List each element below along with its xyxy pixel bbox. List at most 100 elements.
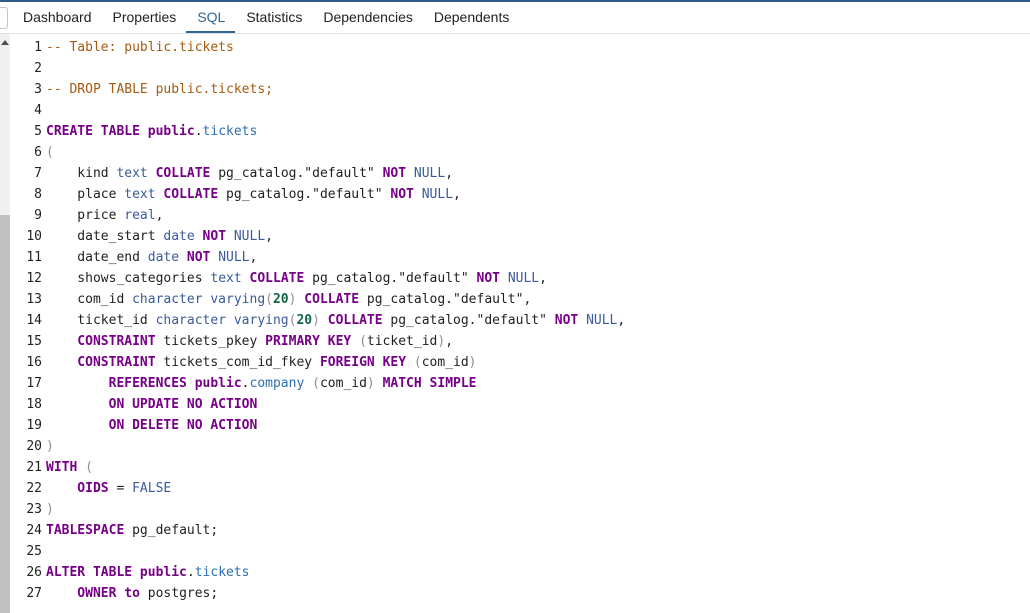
code-text: REFERENCES public.company (com_id) MATCH… <box>42 373 477 394</box>
tab-dependents[interactable]: Dependents <box>423 2 520 33</box>
code-line: 24 TABLESPACE pg_default; <box>12 520 1022 541</box>
code-text: com_id character varying(20) COLLATE pg_… <box>42 289 531 310</box>
code-line: 16 CONSTRAINT tickets_com_id_fkey FOREIG… <box>12 352 1022 373</box>
sql-text: postgres; <box>139 586 219 601</box>
sql-type: date <box>163 229 195 244</box>
tab-properties[interactable]: Properties <box>102 2 187 33</box>
line-number: 27 <box>26 586 42 601</box>
sql-comment: -- Table: public.tickets <box>46 40 234 55</box>
tab-dependencies[interactable]: Dependencies <box>312 2 423 33</box>
code-text: price real, <box>42 205 163 226</box>
sql-keyword: NOT <box>476 271 500 286</box>
sql-bracket: ( <box>312 376 320 391</box>
line-number: 5 <box>34 124 42 139</box>
sql-comment: -- DROP TABLE public.tickets; <box>46 82 273 97</box>
code-line: 17 REFERENCES public.company (com_id) MA… <box>12 373 1022 394</box>
sql-keyword: ON UPDATE NO ACTION <box>46 397 258 412</box>
sql-keyword: COLLATE <box>249 271 305 286</box>
sql-bracket: ) <box>46 439 54 454</box>
tab-statistics[interactable]: Statistics <box>235 2 312 33</box>
sql-text: ticket_id <box>46 313 156 328</box>
code-line: 27 OWNER to postgres; <box>12 583 1022 604</box>
line-number: 3 <box>34 82 42 97</box>
sql-type: character varying <box>155 313 289 328</box>
sql-keyword: NOT <box>390 187 414 202</box>
code-line: 7 kind text COLLATE pg_catalog."default"… <box>12 163 1022 184</box>
object-tab-bar: Dashboard Properties SQL Statistics Depe… <box>0 2 1030 34</box>
code-line: 21 WITH ( <box>12 457 1022 478</box>
sql-text: pg_catalog."default" <box>304 271 477 286</box>
sql-type: FALSE <box>132 481 172 496</box>
code-text: CREATE TABLE public.tickets <box>42 121 257 142</box>
scrollbar-thumb[interactable] <box>0 215 10 613</box>
tab-sql[interactable]: SQL <box>186 2 236 33</box>
sql-keyword: OIDS <box>46 481 109 496</box>
code-text: shows_categories text COLLATE pg_catalog… <box>42 268 547 289</box>
sql-bracket: ) <box>46 502 54 517</box>
line-number: 14 <box>26 313 42 328</box>
sql-keyword: NOT <box>186 250 211 265</box>
sql-keyword: CREATE TABLE public <box>46 124 195 139</box>
code-line: 11 date_end date NOT NULL, <box>12 247 1022 268</box>
sql-keyword: NOT <box>554 313 579 328</box>
sql-bracket: ) <box>468 355 477 370</box>
tab-scroll-handle[interactable] <box>0 7 8 29</box>
sql-text: , <box>265 229 273 244</box>
sql-bracket: ( <box>413 355 422 370</box>
scroll-up-arrow-icon[interactable] <box>1 40 9 45</box>
sql-type: character varying <box>132 292 266 307</box>
code-line: 25 <box>12 541 1022 562</box>
sql-type: text <box>124 187 156 202</box>
sql-text: , <box>453 187 461 202</box>
line-number: 20 <box>26 439 42 454</box>
sql-type: NULL <box>586 313 618 328</box>
sql-identifier: tickets <box>194 565 250 580</box>
sql-text: . <box>194 124 203 139</box>
sql-text: pg_catalog."default" <box>218 187 391 202</box>
code-line: 6( <box>12 142 1022 163</box>
code-line: 8 place text COLLATE pg_catalog."default… <box>12 184 1022 205</box>
sql-text: com_id <box>319 376 367 391</box>
sql-text: , <box>155 208 164 223</box>
sql-text: pg_catalog."default", <box>359 292 532 307</box>
line-number: 2 <box>34 61 42 76</box>
code-text: CONSTRAINT tickets_com_id_fkey FOREIGN K… <box>42 352 477 373</box>
line-number: 6 <box>34 145 42 160</box>
line-number: 22 <box>26 481 42 496</box>
sql-keyword: WITH <box>46 460 78 475</box>
code-line: 9 price real, <box>12 205 1022 226</box>
line-number: 24 <box>26 523 42 538</box>
sql-text: , <box>445 334 454 349</box>
sql-code-editor[interactable]: 1 -- Table: public.tickets 2 3 -- DROP TABLE… <box>12 37 1022 604</box>
sql-text: kind <box>46 166 117 181</box>
sql-text: place <box>46 187 125 202</box>
line-number: 13 <box>26 292 42 307</box>
sql-bracket: ) <box>437 334 446 349</box>
line-number: 19 <box>26 418 42 433</box>
sql-text: date_end <box>46 250 148 265</box>
sql-text: . <box>241 376 250 391</box>
sql-text: , <box>617 313 626 328</box>
sql-keyword: REFERENCES public <box>46 376 242 391</box>
sql-keyword: ALTER TABLE public <box>46 565 187 580</box>
sql-text: pg_catalog."default" <box>210 166 383 181</box>
tab-dashboard[interactable]: Dashboard <box>12 2 102 33</box>
sql-type: NULL <box>218 250 250 265</box>
sql-bracket: ( <box>359 334 367 349</box>
sql-keyword: COLLATE <box>155 166 211 181</box>
code-text: ( <box>42 142 54 163</box>
sql-text: com_id <box>46 292 133 307</box>
code-line: 1 -- Table: public.tickets <box>12 37 1022 58</box>
sql-text: , <box>445 166 454 181</box>
code-text: kind text COLLATE pg_catalog."default" N… <box>42 163 453 184</box>
sql-bracket: ( <box>265 292 273 307</box>
code-text: WITH ( <box>42 457 93 478</box>
